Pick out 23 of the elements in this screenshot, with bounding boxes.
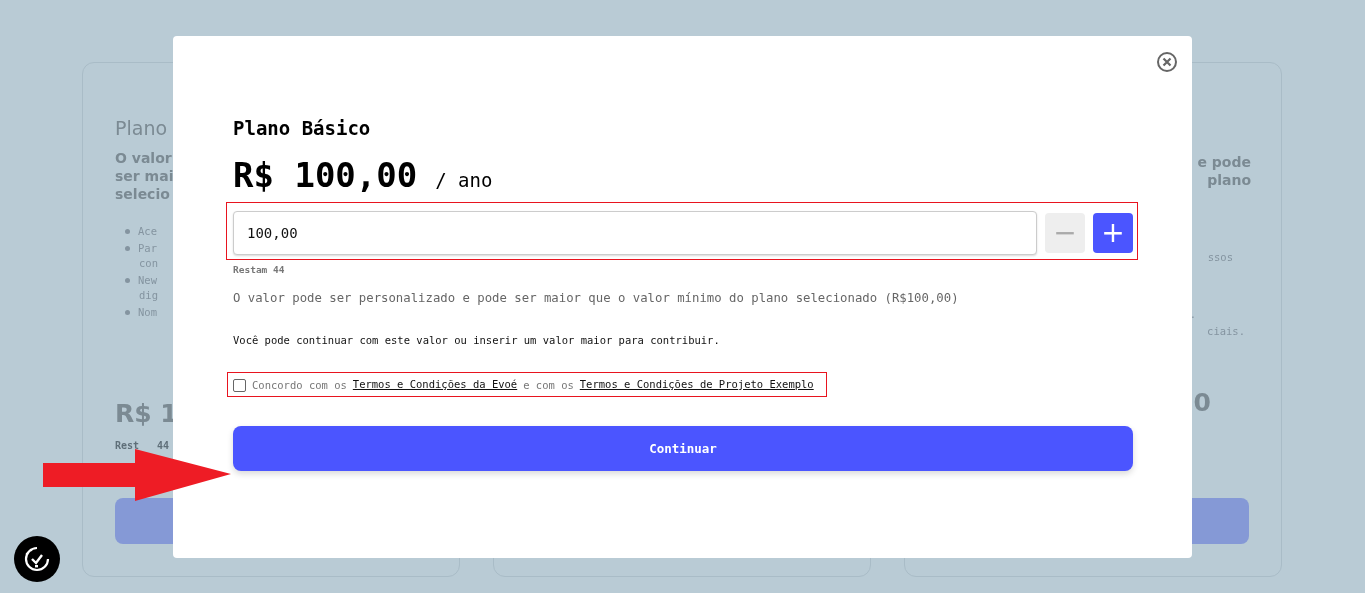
remaining-text: Rest xyxy=(115,440,140,451)
hint-text: Você pode continuar com este valor ou inserir um valor maior para contribuir. xyxy=(233,334,721,346)
remaining-text: 44 xyxy=(157,440,170,451)
remaining-text: Restam 44 xyxy=(233,264,286,275)
plan-description: ser mai xyxy=(115,167,174,185)
value-note: O valor pode ser personalizado e pode ser maior que o valor mínimo do plano selecionado (R$100,00) xyxy=(233,291,960,305)
terms-text: e com os xyxy=(523,379,574,391)
plan-price: 0 xyxy=(1193,388,1211,417)
plan-description: O valor xyxy=(115,149,172,167)
terms-text: Concordo com os xyxy=(252,379,347,391)
plan-description: plano xyxy=(1207,171,1251,189)
plan-description: e pode xyxy=(1197,153,1251,171)
terms-link[interactable]: Termos e Condições da Evoé xyxy=(352,378,518,392)
feature-text: . xyxy=(1189,307,1196,322)
plan-price: R$ 100,00 xyxy=(233,155,418,195)
plan-title: Plano xyxy=(115,117,168,141)
amount-field[interactable]: 100,00 xyxy=(233,211,1037,255)
increment-button[interactable]: + xyxy=(1093,213,1133,253)
plan-description: selecio xyxy=(115,185,170,203)
price-period: / ano xyxy=(435,169,493,191)
plan-title: Plano Básico xyxy=(233,117,372,139)
continue-button[interactable]: Continuar xyxy=(233,426,1133,471)
terms-link[interactable]: Termos e Condições de Projeto Exemplo xyxy=(579,378,814,392)
